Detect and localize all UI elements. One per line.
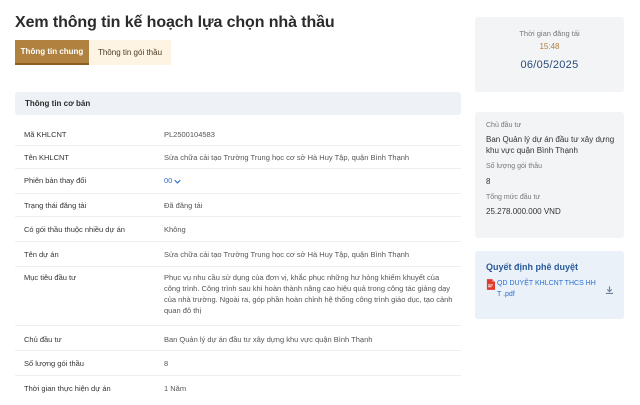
row-label: Phiên bản thay đổi <box>24 176 87 185</box>
package-count-label: Số lượng gói thầu <box>486 163 542 170</box>
approval-decision-panel: Quyết định phê duyệt QD DUYỆT KHLCNT THC… <box>475 251 624 319</box>
table-row: Tên KHLCNT Sửa chữa cải tạo Trường Trung… <box>15 146 461 169</box>
tab-general-info[interactable]: Thông tin chung <box>15 40 89 65</box>
publish-time-panel: Thời gian đăng tải 15:48 06/05/2025 <box>475 17 624 92</box>
pdf-icon <box>486 279 495 290</box>
table-row: Tên dự án Sửa chữa cải tạo Trường Trung … <box>15 242 461 267</box>
info-table: Mã KHLCNT PL2500104583 Tên KHLCNT Sửa ch… <box>15 123 461 400</box>
version-select[interactable]: 00 <box>164 175 454 193</box>
publish-time-label: Thời gian đăng tải <box>519 29 580 38</box>
row-value: Sửa chữa cải tạo Trường Trung học cơ sở … <box>164 153 410 162</box>
publish-date: 06/05/2025 <box>520 59 579 71</box>
row-value: Ban Quản lý dự án đầu tư xây dựng khu vự… <box>164 335 373 344</box>
row-value: Phục vụ nhu cầu sử dụng của đơn vị, khắc… <box>164 273 453 315</box>
table-row: Phiên bản thay đổi 00 <box>15 169 461 194</box>
investor-summary-panel: Chủ đầu tư Ban Quản lý dự án đầu tư xây … <box>475 112 624 238</box>
table-row: Có gói thầu thuộc nhiều dự án Không <box>15 217 461 242</box>
table-row: Mã KHLCNT PL2500104583 <box>15 123 461 146</box>
section-header: Thông tin cơ bản <box>15 92 461 115</box>
table-row: Mục tiêu đầu tư Phục vụ nhu cầu sử dụng … <box>15 267 461 326</box>
page-title: Xem thông tin kế hoạch lựa chọn nhà thầu <box>15 14 335 31</box>
owner-value: Ban Quản lý dự án đầu tư xây dựng khu vự… <box>486 135 615 155</box>
row-label: Trạng thái đăng tải <box>24 201 87 210</box>
row-value: Đã đăng tải <box>164 201 203 210</box>
row-label: Mục tiêu đầu tư <box>24 273 77 282</box>
row-label: Thời gian thực hiện dự án <box>24 384 111 393</box>
decision-title: Quyết định phê duyệt <box>486 262 579 272</box>
row-label: Có gói thầu thuộc nhiều dự án <box>24 225 125 234</box>
tab-package-info[interactable]: Thông tin gói thầu <box>89 40 171 65</box>
tab-bar: Thông tin chung Thông tin gói thầu <box>15 40 171 65</box>
publish-time: 15:48 <box>539 42 560 51</box>
attachment-file-name[interactable]: QD DUYỆT KHLCNT THCS HH T .pdf <box>497 278 597 300</box>
row-value: PL2500104583 <box>164 130 215 139</box>
package-count-value: 8 <box>486 177 491 186</box>
download-icon[interactable] <box>605 285 614 295</box>
chevron-down-icon[interactable] <box>174 178 182 185</box>
row-label: Chủ đầu tư <box>24 335 62 344</box>
table-row: Chủ đầu tư Ban Quản lý dự án đầu tư xây … <box>15 326 461 351</box>
attachment-item[interactable]: QD DUYỆT KHLCNT THCS HH T .pdf <box>486 278 624 300</box>
row-value: 1 Năm <box>164 384 187 393</box>
row-label: Mã KHLCNT <box>24 130 67 139</box>
row-label: Số lượng gói thầu <box>24 359 84 368</box>
row-value: Không <box>164 225 186 234</box>
version-value[interactable]: 00 <box>164 176 172 185</box>
table-row: Trạng thái đăng tải Đã đăng tải <box>15 194 461 217</box>
row-label: Tên dự án <box>24 250 59 259</box>
row-label: Tên KHLCNT <box>24 153 70 162</box>
table-row: Số lượng gói thầu 8 <box>15 351 461 376</box>
total-investment-value: 25.278.000.000 VND <box>486 207 561 216</box>
table-row: Thời gian thực hiện dự án 1 Năm <box>15 376 461 400</box>
owner-label: Chủ đầu tư <box>486 122 522 129</box>
total-investment-label: Tổng mức đầu tư <box>486 194 541 201</box>
row-value: Sửa chữa cải tạo Trường Trung học cơ sở … <box>164 250 410 259</box>
row-value: 8 <box>164 359 169 368</box>
